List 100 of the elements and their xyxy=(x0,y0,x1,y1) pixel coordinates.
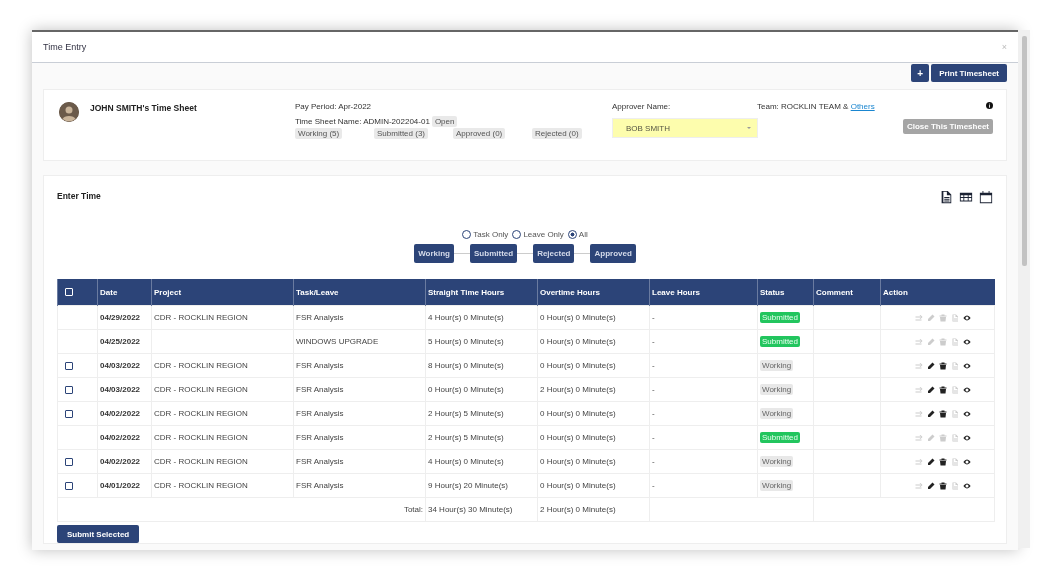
table-cell: CDR - ROCKLIN REGION xyxy=(151,377,294,402)
timesheet-owner: JOHN SMITH's Time Sheet xyxy=(90,102,197,113)
trash-icon[interactable] xyxy=(938,385,947,394)
table-cell: 2 Hour(s) 5 Minute(s) xyxy=(425,425,538,450)
status-count: Approved (0) xyxy=(453,128,506,139)
table-cell: 34 Hour(s) 30 Minute(s) xyxy=(425,497,538,522)
table-cell: WINDOWS UPGRADE xyxy=(293,329,426,354)
table-cell: FSR Analysis xyxy=(293,401,426,426)
table-cell: FSR Analysis xyxy=(293,449,426,474)
table-cell: 0 Hour(s) 0 Minute(s) xyxy=(425,377,538,402)
trash-icon[interactable] xyxy=(938,457,947,466)
approver-label: Approver Name: xyxy=(612,102,672,111)
status-step-button[interactable]: Rejected xyxy=(533,244,575,263)
status-badge: Working xyxy=(760,384,794,395)
edit-icon[interactable] xyxy=(926,409,935,418)
row-checkbox[interactable] xyxy=(65,481,73,490)
trash-icon[interactable] xyxy=(938,361,947,370)
column-header: Date xyxy=(97,279,152,306)
table-cell: CDR - ROCKLIN REGION xyxy=(151,425,294,450)
column-header: Leave Hours xyxy=(649,279,758,306)
trash-icon[interactable] xyxy=(938,481,947,490)
table-cell: 2 Hour(s) 0 Minute(s) xyxy=(537,497,650,522)
column-header: Straight Time Hours xyxy=(425,279,538,306)
status-step-button[interactable]: Approved xyxy=(590,244,636,263)
add-button[interactable]: + xyxy=(911,64,930,82)
table-cell: 0 Hour(s) 0 Minute(s) xyxy=(537,449,650,474)
status-badge: Submitted xyxy=(760,432,801,443)
table-cell: CDR - ROCKLIN REGION xyxy=(151,305,294,330)
table-cell: 4 Hour(s) 0 Minute(s) xyxy=(425,449,538,474)
column-header: Task/Leave xyxy=(293,279,426,306)
view-icon[interactable] xyxy=(962,385,971,394)
table-cell: FSR Analysis xyxy=(293,377,426,402)
filter-radio[interactable]: Task Only xyxy=(462,230,509,239)
view-icon[interactable] xyxy=(962,361,971,370)
row-checkbox[interactable] xyxy=(65,457,73,466)
view-icon[interactable] xyxy=(962,433,971,442)
trash-icon[interactable] xyxy=(938,409,947,418)
approver-dropdown[interactable]: BOB SMITH xyxy=(612,118,758,138)
pay-period: Pay Period: Apr-2022 xyxy=(295,102,373,111)
status-step-button[interactable]: Submitted xyxy=(470,244,518,263)
view-icon[interactable] xyxy=(962,337,971,346)
team-label: Team: ROCKLIN TEAM & Others xyxy=(757,102,875,111)
column-header: Project xyxy=(151,279,294,306)
table-cell: 5 Hour(s) 0 Minute(s) xyxy=(425,329,538,354)
table-cell: CDR - ROCKLIN REGION xyxy=(151,449,294,474)
table-cell: FSR Analysis xyxy=(293,305,426,330)
column-header: Status xyxy=(757,279,814,306)
status-badge: Submitted xyxy=(760,312,801,323)
table-cell: 0 Hour(s) 0 Minute(s) xyxy=(537,473,650,498)
print-timesheet-button[interactable]: Print Timesheet xyxy=(931,64,1007,82)
column-header: Overtime Hours xyxy=(537,279,650,306)
column-header: Comment xyxy=(813,279,881,306)
table-cell: CDR - ROCKLIN REGION xyxy=(151,473,294,498)
filter-radio[interactable]: All xyxy=(567,230,588,239)
view-icon[interactable] xyxy=(962,409,971,418)
column-header: Action xyxy=(880,279,995,306)
table-cell: 0 Hour(s) 0 Minute(s) xyxy=(537,329,650,354)
table-cell: 04/29/2022 xyxy=(97,305,152,330)
table-cell: - xyxy=(649,329,758,354)
total-label: Total: xyxy=(57,497,426,522)
view-icon[interactable] xyxy=(962,481,971,490)
row-checkbox[interactable] xyxy=(65,361,73,370)
view-icon[interactable] xyxy=(962,457,971,466)
view-icon[interactable] xyxy=(962,313,971,322)
status-count: Submitted (3) xyxy=(374,128,429,139)
status-badge: Working xyxy=(760,480,794,491)
edit-icon[interactable] xyxy=(926,481,935,490)
table-cell: FSR Analysis xyxy=(293,425,426,450)
edit-icon[interactable] xyxy=(926,361,935,370)
window-title: Time Entry xyxy=(43,42,87,52)
row-checkbox[interactable] xyxy=(65,409,73,418)
filter-radio[interactable]: Leave Only xyxy=(512,230,564,239)
table-cell: 0 Hour(s) 0 Minute(s) xyxy=(537,401,650,426)
select-all-checkbox[interactable] xyxy=(65,288,73,296)
row-checkbox[interactable] xyxy=(65,385,73,394)
submit-selected-button[interactable]: Submit Selected xyxy=(57,525,140,543)
status-badge: Working xyxy=(760,360,794,371)
timesheet-name: Time Sheet Name: ADMIN-202204-01 xyxy=(295,117,430,126)
table-cell: 2 Hour(s) 0 Minute(s) xyxy=(537,377,650,402)
document-icon[interactable] xyxy=(939,190,953,204)
calendar-icon[interactable] xyxy=(979,190,993,204)
scrollbar[interactable] xyxy=(1018,30,1030,548)
table-cell: 0 Hour(s) 0 Minute(s) xyxy=(537,305,650,330)
table-cell: CDR - ROCKLIN REGION xyxy=(151,401,294,426)
table-cell: 2 Hour(s) 5 Minute(s) xyxy=(425,401,538,426)
table-cell: - xyxy=(649,353,758,378)
others-link[interactable]: Others xyxy=(850,102,875,111)
table-cell: - xyxy=(649,425,758,450)
table-icon[interactable] xyxy=(959,190,973,204)
table-cell: 9 Hour(s) 20 Minute(s) xyxy=(425,473,538,498)
status-count: Working (5) xyxy=(295,128,343,139)
status-badge: Submitted xyxy=(760,336,801,347)
table-cell: 0 Hour(s) 0 Minute(s) xyxy=(537,353,650,378)
table-cell: - xyxy=(649,305,758,330)
status-step-button[interactable]: Working xyxy=(414,244,454,263)
table-cell: - xyxy=(649,401,758,426)
caret-icon xyxy=(747,127,751,129)
info-icon[interactable] xyxy=(986,102,993,109)
edit-icon[interactable] xyxy=(926,385,935,394)
edit-icon[interactable] xyxy=(926,457,935,466)
